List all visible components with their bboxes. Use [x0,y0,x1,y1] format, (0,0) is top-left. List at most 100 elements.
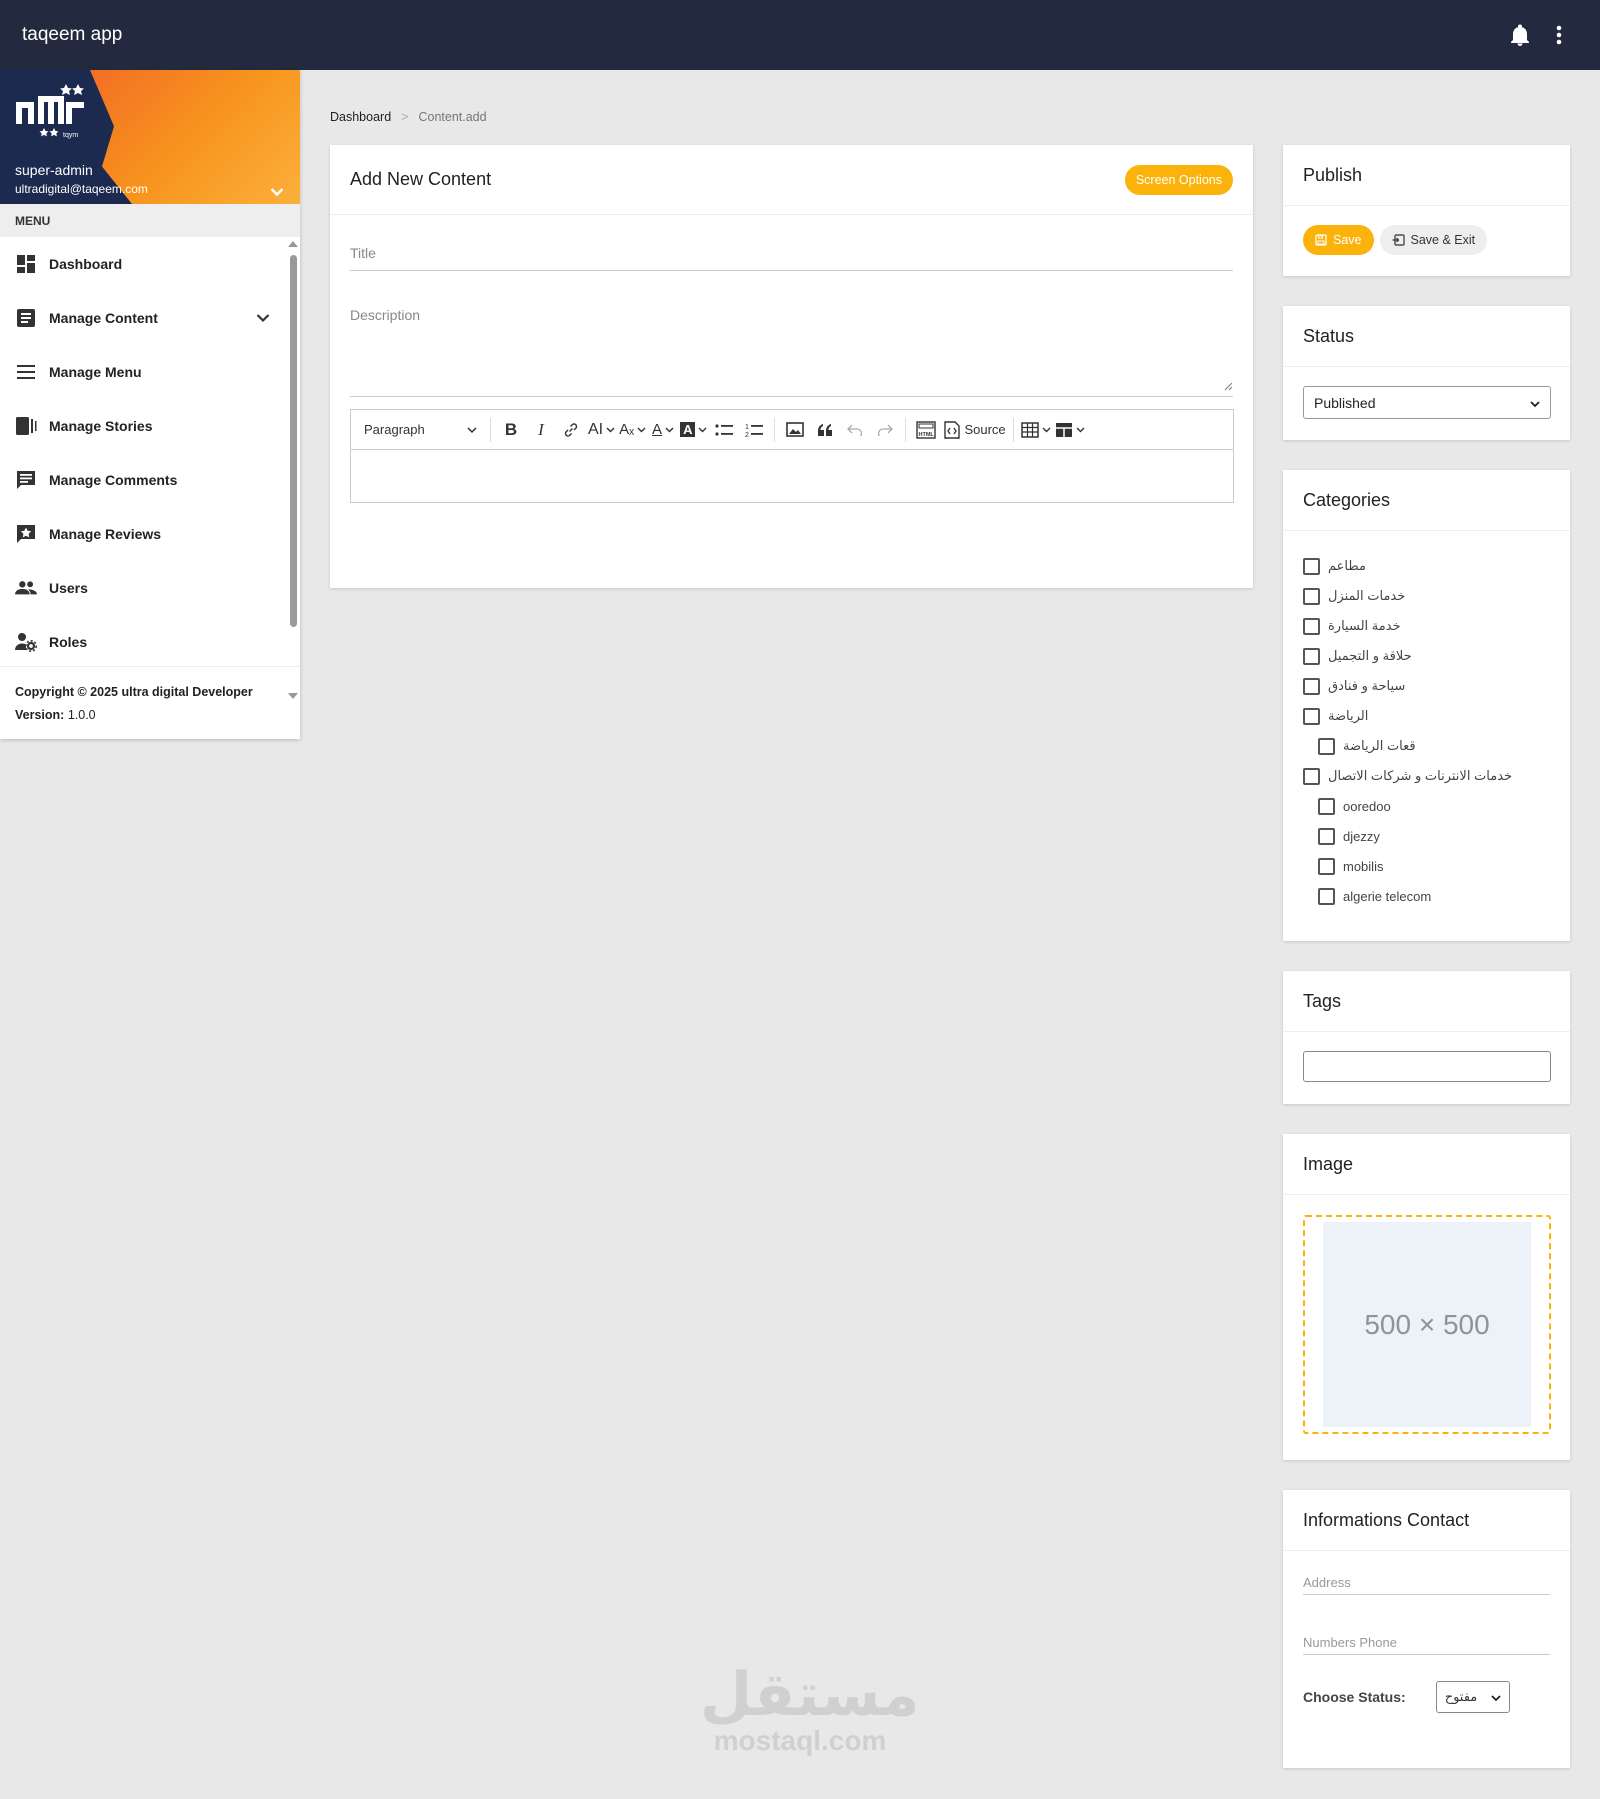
chevron-down-icon[interactable] [270,184,284,202]
checkbox[interactable] [1303,677,1320,695]
add-content-card: Add New Content Screen Options Title Des… [330,145,1253,588]
more-vert-icon[interactable] [1556,25,1562,45]
breadcrumb-dashboard[interactable]: Dashboard [330,110,391,124]
watermark-latin: mostaql.com [713,1725,887,1756]
font-size-icon[interactable]: AI [588,416,615,444]
tags-card: Tags [1283,971,1570,1104]
image-card: Image 500 × 500 [1283,1134,1570,1460]
checkbox[interactable] [1318,737,1335,755]
insert-table-icon[interactable] [1020,416,1051,444]
bulleted-list-icon[interactable] [711,416,737,444]
publish-heading: Publish [1303,164,1363,185]
checkbox[interactable] [1318,857,1335,875]
contact-card: Informations Contact Address Numbers Pho… [1283,1490,1570,1768]
svg-text:2: 2 [745,432,749,438]
subcategory-item[interactable]: قعات الرياضة [1303,731,1550,761]
status-select[interactable]: Published [1303,386,1551,419]
layout-table-icon[interactable] [1055,416,1085,444]
sidebar-item-roles[interactable]: Roles [0,615,300,669]
category-label: خدمات الانترنات و شركات الاتصال [1328,768,1513,783]
open-status-value: مفتوح [1444,1689,1478,1704]
description-textarea[interactable]: Description [350,307,1233,397]
bell-icon[interactable] [1510,24,1530,46]
checkbox[interactable] [1303,767,1320,785]
screen-options-button[interactable]: Screen Options [1124,164,1233,195]
image-dropzone[interactable]: 500 × 500 [1303,1215,1551,1434]
subcategory-item[interactable]: djezzy [1303,821,1550,851]
save-exit-label: Save & Exit [1410,233,1476,247]
publish-card: Publish Save Save & Exit [1283,145,1570,276]
review-icon [15,523,37,545]
subcategory-item[interactable]: mobilis [1303,851,1550,881]
paragraph-dropdown[interactable]: Paragraph [357,416,483,444]
sidebar-item-manage-stories[interactable]: Manage Stories [0,399,300,453]
checkbox[interactable] [1318,797,1335,815]
checkbox[interactable] [1303,647,1320,665]
category-item[interactable]: سياحة و فنادق [1303,671,1550,701]
redo-icon[interactable] [872,416,898,444]
font-color-icon[interactable]: A [650,416,676,444]
numbered-list-icon[interactable]: 12 [741,416,767,444]
source-button[interactable]: Source [943,416,1006,444]
font-family-icon[interactable]: Aₓ [619,416,646,444]
menu-icon [15,361,37,383]
subcategory-item[interactable]: algerie telecom [1303,881,1550,911]
editor-body[interactable] [351,450,1233,502]
sidebar-item-dashboard[interactable]: Dashboard [0,237,300,291]
checkbox[interactable] [1318,827,1335,845]
phone-input[interactable]: Numbers Phone [1303,1631,1550,1655]
undo-icon[interactable] [842,416,868,444]
sidebar-item-manage-menu[interactable]: Manage Menu [0,345,300,399]
sidebar-item-manage-content[interactable]: Manage Content [0,291,300,345]
checkbox[interactable] [1303,587,1320,605]
sidebar-item-manage-comments[interactable]: Manage Comments [0,453,300,507]
category-item[interactable]: مطاعم [1303,551,1550,581]
checkbox[interactable] [1303,617,1320,635]
sidebar: tqym super-admin ultradigital@taqeem.com… [0,70,300,739]
save-button[interactable]: Save [1303,225,1374,255]
category-item[interactable]: الرياضة [1303,701,1550,731]
chevron-down-icon[interactable] [256,310,270,326]
tags-input[interactable] [1303,1051,1551,1082]
category-item[interactable]: خدمات الانترنات و شركات الاتصال [1303,761,1550,791]
breadcrumb-current: Content.add [418,110,487,124]
description-placeholder: Description [350,307,421,323]
resize-handle-icon[interactable] [1224,378,1233,394]
categories-heading: Categories [1303,489,1391,510]
category-item[interactable]: خدمة السيارة [1303,611,1550,641]
italic-icon[interactable]: I [528,416,554,444]
sidebar-item-manage-reviews[interactable]: Manage Reviews [0,507,300,561]
sidebar-item-users[interactable]: Users [0,561,300,615]
breadcrumb-separator: > [401,110,409,124]
categories-card: Categories مطاعم خدمات المنزل خدمة السيا… [1283,470,1570,941]
status-heading: Status [1303,325,1355,346]
quote-icon[interactable] [812,416,838,444]
page-title: Add New Content [350,169,492,189]
chevron-down-icon [1491,1690,1501,1705]
sidebar-footer: Copyright © 2025 ultra digital Developer… [0,666,300,741]
profile-email: ultradigital@taqeem.com [15,182,148,196]
sidebar-item-label: Users [49,580,88,596]
html-embed-icon[interactable]: HTML [913,416,939,444]
sidebar-scrollbar[interactable] [288,241,298,699]
sidebar-item-label: Manage Reviews [49,526,162,542]
checkbox[interactable] [1303,557,1320,575]
category-item[interactable]: خدمات المنزل [1303,581,1550,611]
scroll-up-icon [288,241,298,247]
image-icon[interactable] [782,416,808,444]
open-status-select[interactable]: مفتوح [1435,1681,1510,1713]
category-item[interactable]: حلاقة و التجميل [1303,641,1550,671]
bold-icon[interactable]: B [498,416,524,444]
svg-text:1: 1 [745,424,749,431]
checkbox[interactable] [1318,887,1335,905]
save-icon [1315,234,1327,246]
sidebar-item-label: Manage Stories [49,418,153,434]
save-exit-button[interactable]: Save & Exit [1379,225,1488,255]
title-input[interactable]: Title [350,245,1233,271]
background-color-icon[interactable]: A [680,416,707,444]
subcategory-item[interactable]: ooredoo [1303,791,1550,821]
address-input[interactable]: Address [1303,1571,1550,1595]
checkbox[interactable] [1303,707,1320,725]
category-label: حلاقة و التجميل [1328,648,1412,663]
link-icon[interactable] [558,416,584,444]
